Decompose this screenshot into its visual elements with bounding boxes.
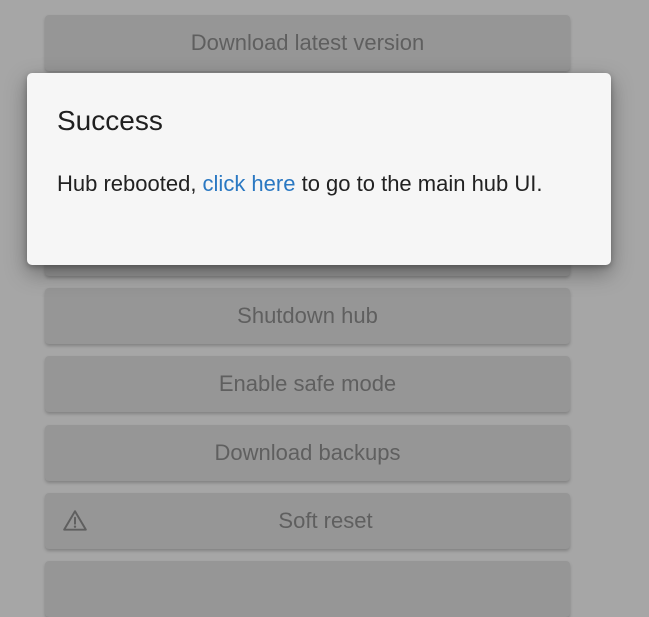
warning-icon (62, 508, 88, 534)
download-latest-version-button[interactable]: Download latest version (45, 15, 570, 71)
dialog-title: Success (57, 105, 163, 136)
soft-reset-label: Soft reset (278, 508, 373, 533)
main-hub-ui-link[interactable]: click here (203, 171, 296, 196)
enable-safe-mode-label: Enable safe mode (218, 371, 397, 396)
dialog-message-suffix: to go to the main hub UI. (295, 171, 543, 196)
download-backups-button[interactable]: Download backups (45, 425, 570, 481)
download-backups-label: Download backups (214, 440, 401, 465)
soft-reset-button[interactable]: Soft reset (45, 493, 570, 549)
shutdown-hub-label: Shutdown hub (237, 303, 378, 328)
shutdown-hub-button[interactable]: Shutdown hub (45, 288, 570, 344)
download-latest-version-label: Download latest version (190, 30, 425, 55)
partially-visible-button[interactable] (45, 561, 570, 617)
dialog-message-prefix: Hub rebooted, (57, 171, 203, 196)
enable-safe-mode-button[interactable]: Enable safe mode (45, 356, 570, 412)
success-dialog: Success Hub rebooted, click here to go t… (27, 73, 611, 265)
dialog-message: Hub rebooted, click here to go to the ma… (57, 169, 581, 199)
